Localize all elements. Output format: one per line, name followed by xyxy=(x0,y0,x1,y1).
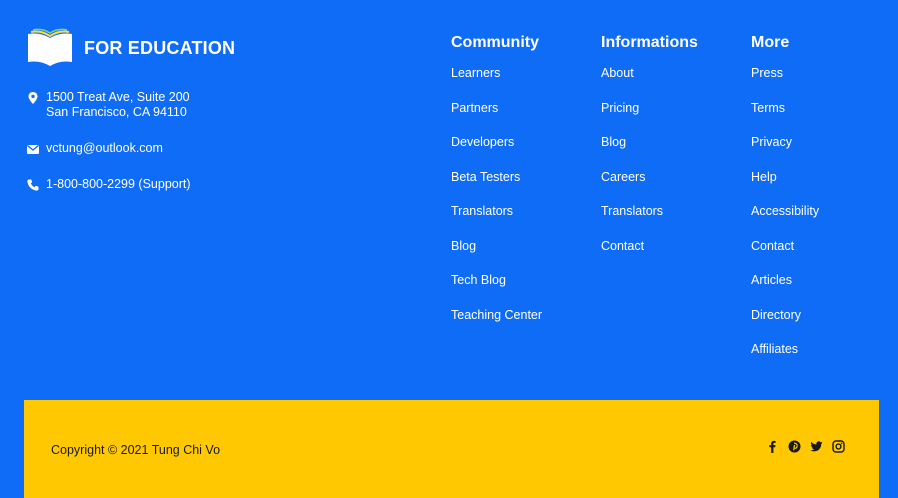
column-title: Community xyxy=(451,34,539,51)
footer-link-articles[interactable]: Articles xyxy=(751,273,792,287)
footer-link-pricing[interactable]: Pricing xyxy=(601,101,639,115)
contact-email: vctung@outlook.com xyxy=(26,141,163,156)
footer-link-partners[interactable]: Partners xyxy=(451,101,498,115)
footer-link-directory[interactable]: Directory xyxy=(751,308,801,322)
facebook-icon[interactable] xyxy=(766,440,779,453)
twitter-icon[interactable] xyxy=(810,440,823,453)
footer-link-blog[interactable]: Blog xyxy=(601,135,626,149)
column-title: Informations xyxy=(601,34,698,51)
footer-link-help[interactable]: Help xyxy=(751,170,777,184)
footer-link-learners[interactable]: Learners xyxy=(451,66,500,80)
phone-icon xyxy=(27,179,39,191)
footer-link-translators[interactable]: Translators xyxy=(601,204,663,218)
email-link[interactable]: vctung@outlook.com xyxy=(46,141,163,156)
phone-link[interactable]: 1-800-800-2299 (Support) xyxy=(46,177,191,192)
footer-link-translators[interactable]: Translators xyxy=(451,204,513,218)
contact-phone: 1-800-800-2299 (Support) xyxy=(26,177,191,192)
brand-name: FOR EDUCATION xyxy=(84,37,236,58)
address-line-2: San Francisco, CA 94110 xyxy=(46,105,187,119)
pinterest-icon[interactable] xyxy=(788,440,801,453)
footer-link-privacy[interactable]: Privacy xyxy=(751,135,792,149)
footer-link-contact[interactable]: Contact xyxy=(751,239,794,253)
brand-logo[interactable]: FOR EDUCATION xyxy=(26,28,235,68)
footer-link-developers[interactable]: Developers xyxy=(451,135,514,149)
footer-link-accessibility[interactable]: Accessibility xyxy=(751,204,819,218)
address-line-1: 1500 Treat Ave, Suite 200 xyxy=(46,90,190,104)
instagram-icon[interactable] xyxy=(832,440,845,453)
copyright-text: Copyright © 2021 Tung Chi Vo xyxy=(51,443,221,457)
footer-link-teaching-center[interactable]: Teaching Center xyxy=(451,308,542,322)
footer-link-contact[interactable]: Contact xyxy=(601,239,644,253)
footer-column-informations: Informations About Pricing Blog Careers … xyxy=(601,34,698,273)
footer-link-blog[interactable]: Blog xyxy=(451,239,476,253)
footer-link-tech-blog[interactable]: Tech Blog xyxy=(451,273,506,287)
mail-icon xyxy=(27,144,39,154)
footer-link-terms[interactable]: Terms xyxy=(751,101,785,115)
location-pin-icon xyxy=(28,92,38,104)
open-book-icon xyxy=(28,28,72,66)
column-title: More xyxy=(751,34,790,51)
contact-address: 1500 Treat Ave, Suite 200 San Francisco,… xyxy=(26,90,190,120)
footer-column-community: Community Learners Partners Developers B… xyxy=(451,34,542,342)
copyright-bar: Copyright © 2021 Tung Chi Vo xyxy=(24,400,879,498)
footer-column-more: More Press Terms Privacy Help Accessibil… xyxy=(751,34,819,377)
footer-link-beta-testers[interactable]: Beta Testers xyxy=(451,170,520,184)
social-links xyxy=(766,440,845,453)
footer-link-press[interactable]: Press xyxy=(751,66,783,80)
footer-link-affiliates[interactable]: Affiliates xyxy=(751,342,798,356)
footer-link-about[interactable]: About xyxy=(601,66,634,80)
footer-link-careers[interactable]: Careers xyxy=(601,170,645,184)
